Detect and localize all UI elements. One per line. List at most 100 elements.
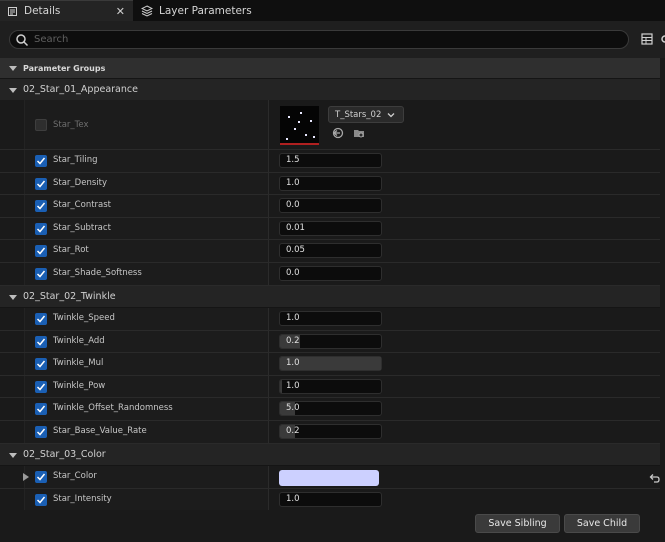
param-row: Star_Base_Value_Rate 0.2 [0, 421, 665, 444]
color-swatch[interactable] [279, 470, 379, 486]
expand-arrow-icon[interactable] [22, 473, 30, 481]
param-value: 0.05 [286, 245, 305, 255]
param-name: Star_Tiling [53, 155, 98, 165]
section-appearance[interactable]: 02_Star_01_Appearance [0, 79, 665, 100]
tab-layer-parameters-label: Layer Parameters [159, 4, 252, 17]
param-name: Star_Base_Value_Rate [53, 426, 147, 436]
param-enable-checkbox[interactable] [35, 336, 47, 348]
texture-thumbnail[interactable] [280, 106, 319, 145]
param-slider-field[interactable]: 1.0 [279, 379, 382, 394]
param-name: Star_Density [53, 178, 107, 188]
param-name: Twinkle_Pow [53, 381, 106, 391]
param-slider-field[interactable]: 0.2 [279, 424, 382, 439]
tab-layer-parameters[interactable]: Layer Parameters [135, 0, 335, 21]
param-value: 1.0 [286, 381, 300, 391]
collapse-arrow-icon [9, 452, 17, 458]
collapse-arrow-icon [9, 66, 17, 71]
param-row: Star_Intensity 1.0 [0, 489, 665, 511]
param-value: 5.0 [286, 403, 300, 413]
param-row: Star_Contrast 0.0 [0, 195, 665, 218]
param-value-field[interactable]: 1.0 [279, 492, 382, 507]
param-name: Twinkle_Mul [53, 358, 104, 368]
param-value: 1.0 [286, 494, 300, 504]
param-enable-checkbox[interactable] [35, 313, 47, 325]
table-view-icon[interactable] [641, 33, 653, 45]
footer-bar: Save Sibling Save Child [0, 510, 665, 542]
gear-icon[interactable] [659, 33, 665, 45]
texture-asset-label: T_Stars_02 [335, 109, 382, 120]
param-name: Star_Color [53, 471, 97, 481]
tab-bar: Details ✕ Layer Parameters [0, 0, 665, 21]
param-slider-field[interactable]: 0.2 [279, 334, 382, 349]
param-enable-checkbox[interactable] [35, 358, 47, 370]
param-value: 1.5 [286, 155, 300, 165]
search-icon [16, 34, 29, 47]
param-row: Star_Subtract 0.01 [0, 218, 665, 240]
browse-asset-icon[interactable] [353, 127, 365, 139]
param-enable-checkbox[interactable] [35, 268, 47, 280]
param-name: Star_Tex [53, 120, 89, 130]
layers-icon [141, 4, 153, 17]
param-value: 0.2 [286, 336, 300, 346]
param-name: Star_Intensity [53, 494, 112, 504]
param-row: Star_Density 1.0 [0, 173, 665, 195]
collapse-arrow-icon [9, 294, 17, 300]
param-value-field[interactable]: 1.5 [279, 153, 382, 168]
param-enable-checkbox[interactable] [35, 471, 47, 483]
param-enable-checkbox[interactable] [35, 223, 47, 235]
param-value-field[interactable]: 1.0 [279, 311, 382, 326]
param-value: 1.0 [286, 178, 300, 188]
search-input[interactable] [34, 32, 594, 47]
texture-asset-dropdown[interactable]: T_Stars_02 [328, 106, 404, 123]
parameter-groups-header[interactable]: Parameter Groups [0, 58, 665, 78]
param-value: 1.0 [286, 358, 300, 368]
param-row: Star_Rot 0.05 [0, 240, 665, 263]
param-enable-checkbox[interactable] [35, 426, 47, 438]
save-sibling-button[interactable]: Save Sibling [475, 514, 560, 533]
param-enable-checkbox[interactable] [35, 155, 47, 167]
param-row: Twinkle_Pow 1.0 [0, 376, 665, 398]
param-value-field[interactable]: 0.0 [279, 198, 382, 213]
param-value-field[interactable]: 0.05 [279, 243, 382, 258]
save-child-button[interactable]: Save Child [564, 514, 640, 533]
param-value-field[interactable]: 0.01 [279, 221, 382, 236]
section-color[interactable]: 02_Star_03_Color [0, 444, 665, 465]
param-value: 1.0 [286, 313, 300, 323]
param-name: Star_Shade_Softness [53, 268, 142, 278]
param-value-field[interactable]: 0.0 [279, 266, 382, 281]
collapse-arrow-icon [9, 87, 17, 93]
param-row: Twinkle_Mul 1.0 [0, 353, 665, 376]
param-slider-field[interactable]: 1.0 [279, 356, 382, 371]
use-selected-asset-icon[interactable] [332, 127, 344, 139]
section-twinkle[interactable]: 02_Star_02_Twinkle [0, 286, 665, 307]
section-label: 02_Star_03_Color [23, 449, 106, 460]
param-enable-checkbox[interactable] [35, 494, 47, 506]
param-enable-checkbox[interactable] [35, 245, 47, 257]
param-enable-checkbox[interactable] [35, 403, 47, 415]
param-name: Twinkle_Offset_Randomness [53, 403, 173, 413]
param-row: Twinkle_Add 0.2 [0, 331, 665, 353]
param-value: 0.0 [286, 200, 300, 210]
chevron-down-icon [387, 112, 395, 117]
tab-details-label: Details [24, 5, 61, 17]
param-enable-checkbox[interactable] [35, 178, 47, 190]
param-enable-checkbox[interactable] [35, 200, 47, 212]
param-row: Star_Tiling 1.5 [0, 150, 665, 173]
details-icon [6, 5, 18, 17]
param-enable-checkbox[interactable] [35, 381, 47, 393]
param-slider-field[interactable]: 5.0 [279, 401, 382, 416]
param-name: Star_Contrast [53, 200, 112, 210]
tab-details[interactable]: Details ✕ [0, 0, 133, 21]
slider-fill [280, 380, 283, 393]
param-name: Star_Rot [53, 245, 89, 255]
param-value: 0.0 [286, 268, 300, 278]
close-icon[interactable]: ✕ [116, 5, 125, 18]
param-row: Twinkle_Speed 1.0 [0, 308, 665, 331]
param-enable-checkbox[interactable] [35, 119, 47, 131]
param-row: Twinkle_Offset_Randomness 5.0 [0, 398, 665, 421]
param-name: Star_Subtract [53, 223, 111, 233]
reset-to-default-icon[interactable] [648, 472, 660, 484]
scrollbar[interactable] [660, 58, 665, 510]
param-value-field[interactable]: 1.0 [279, 176, 382, 191]
search-box[interactable] [9, 30, 629, 49]
